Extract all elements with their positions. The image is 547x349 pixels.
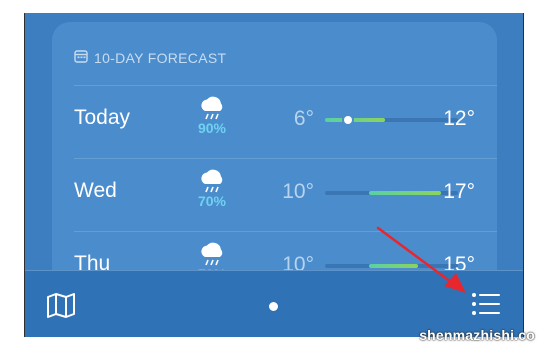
temp-range-fill [325, 118, 385, 122]
temp-range-fill [368, 191, 441, 195]
day-label: Wed [74, 179, 117, 202]
forecast-row[interactable]: Today 90% 6° 12° [52, 86, 497, 158]
cloud-rain-icon [201, 169, 223, 193]
weather-screen: 10-DAY FORECAST Today 90% 6° 12° Wed 70%… [24, 13, 524, 337]
temp-range-bar [325, 116, 458, 124]
high-temp: 12° [443, 107, 475, 130]
precip-chance: 90% [197, 120, 227, 136]
forecast-title: 10-DAY FORECAST [94, 49, 227, 66]
precip-chance: 70% [197, 193, 227, 209]
current-temp-marker [343, 116, 352, 124]
low-temp: 10° [282, 180, 314, 203]
day-label: Today [74, 106, 131, 129]
card-header: 10-DAY FORECAST [74, 49, 226, 66]
forecast-row[interactable]: Wed 70% 10° 17° [52, 159, 497, 231]
condition: 70% [182, 169, 242, 209]
watermark: shenmazhishi.co [419, 327, 535, 343]
temp-range-bar [325, 191, 458, 195]
page-indicator-dot[interactable] [269, 302, 278, 311]
calendar-icon [74, 49, 88, 66]
low-temp: 6° [293, 107, 314, 130]
cloud-rain-icon [201, 242, 223, 266]
temp-range-bar [325, 264, 458, 268]
cloud-rain-icon [201, 96, 223, 120]
list-icon[interactable] [471, 291, 501, 322]
condition: 90% [182, 96, 242, 136]
high-temp: 17° [443, 180, 475, 203]
temp-range-fill [368, 264, 419, 268]
map-icon[interactable] [45, 291, 77, 324]
